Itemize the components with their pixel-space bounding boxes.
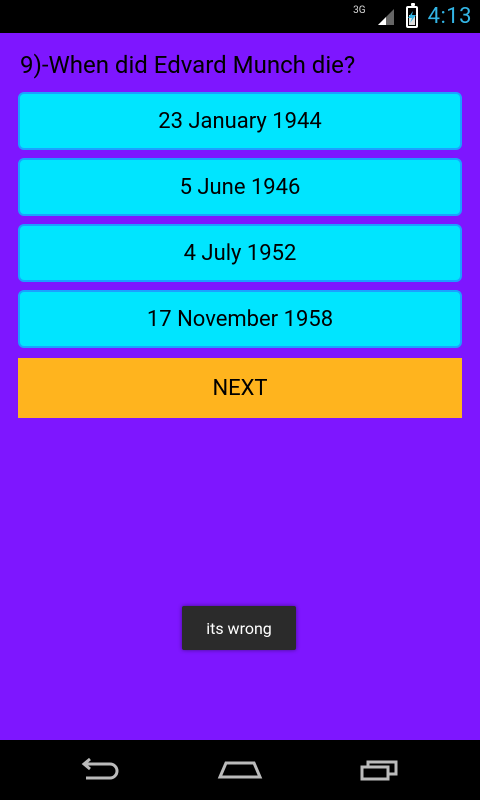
- signal-icon: [376, 7, 396, 27]
- answer-option-2[interactable]: 5 June 1946: [18, 158, 462, 216]
- answer-option-3[interactable]: 4 July 1952: [18, 224, 462, 282]
- toast-message: its wrong: [182, 606, 296, 650]
- back-icon[interactable]: [76, 757, 124, 783]
- quiz-screen: 9)-When did Edvard Munch die? 23 January…: [0, 33, 480, 740]
- recent-apps-icon[interactable]: [356, 757, 404, 783]
- question-text: 9)-When did Edvard Munch die?: [20, 51, 356, 79]
- answer-option-1[interactable]: 23 January 1944: [18, 92, 462, 150]
- status-bar: 3G 4:13: [0, 0, 480, 33]
- network-type-label: 3G: [353, 5, 366, 16]
- battery-charging-icon: [405, 2, 418, 28]
- status-icons: 3G 4:13: [353, 0, 472, 33]
- navigation-bar: [0, 740, 480, 800]
- status-clock: 4:13: [427, 4, 472, 29]
- next-button[interactable]: NEXT: [18, 358, 462, 418]
- answer-option-4[interactable]: 17 November 1958: [18, 290, 462, 348]
- answer-list: 23 January 1944 5 June 1946 4 July 1952 …: [18, 92, 462, 356]
- home-icon[interactable]: [216, 757, 264, 783]
- charging-bolt-icon: [407, 10, 416, 23]
